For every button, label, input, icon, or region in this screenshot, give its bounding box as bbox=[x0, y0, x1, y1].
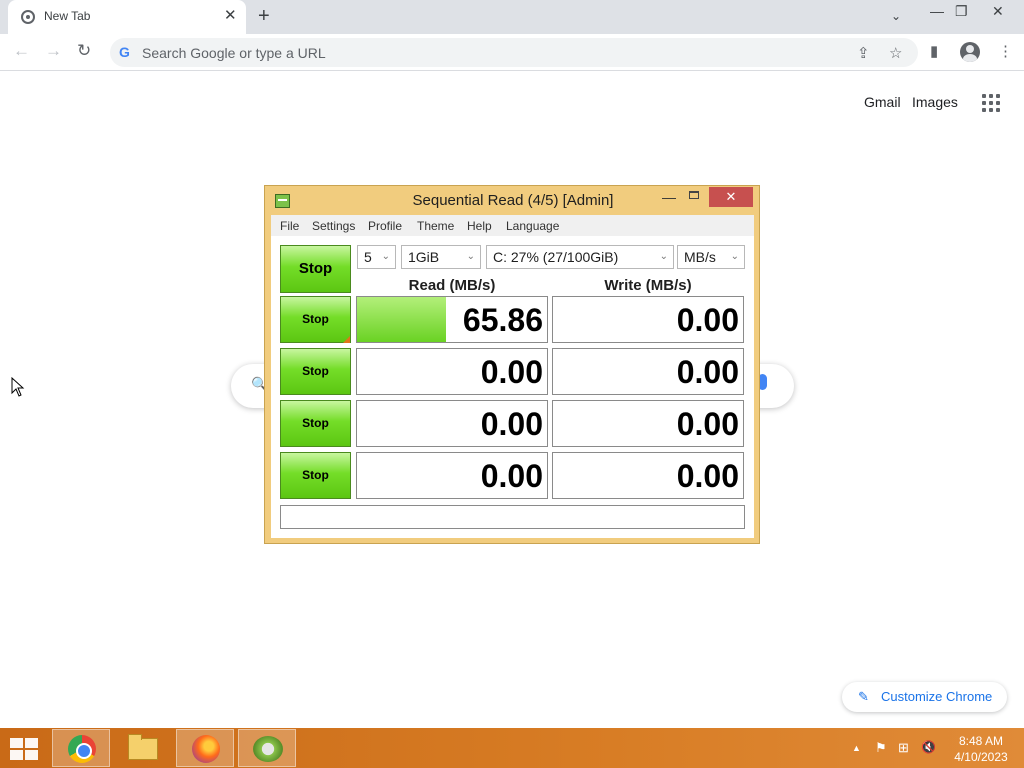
crystaldiskmark-window: Sequential Read (4/5) [Admin] — ✕ File S… bbox=[264, 185, 760, 544]
bookmark-star-icon[interactable]: ☆ bbox=[889, 44, 902, 62]
gmail-link[interactable]: Gmail bbox=[864, 94, 901, 110]
cdm-client-area: File Settings Profile Theme Help Languag… bbox=[271, 215, 754, 538]
omnibox-input[interactable] bbox=[142, 38, 742, 67]
chrome-menu-icon[interactable]: ⋮ bbox=[998, 42, 1013, 60]
taskbar-chrome[interactable] bbox=[52, 729, 110, 767]
action-center-flag-icon[interactable]: ⚑ bbox=[875, 740, 887, 756]
row-1-active-marker bbox=[343, 336, 350, 343]
cdm-maximize-button[interactable] bbox=[689, 191, 699, 199]
windows-start-icon[interactable] bbox=[10, 738, 38, 760]
cdm-minimize-button[interactable]: — bbox=[662, 189, 676, 205]
chrome-icon bbox=[68, 735, 96, 763]
taskbar-firefox[interactable] bbox=[176, 729, 234, 767]
unit-select[interactable]: MB/s ⌄ bbox=[677, 245, 745, 269]
window-close-button[interactable]: ✕ bbox=[992, 2, 1004, 20]
reload-button[interactable]: ↻ bbox=[77, 41, 91, 61]
row-4-write-cell: 0.00 bbox=[552, 452, 744, 499]
tab-new-tab[interactable]: New Tab ✕ bbox=[8, 0, 246, 34]
row-2-read-cell: 0.00 bbox=[356, 348, 548, 395]
window-restore-button[interactable]: ❐ bbox=[955, 2, 968, 20]
row-3-write-cell: 0.00 bbox=[552, 400, 744, 447]
clock-time: 8:48 AM bbox=[958, 734, 1004, 748]
comment-field[interactable] bbox=[280, 505, 745, 529]
row-4-read-cell: 0.00 bbox=[356, 452, 548, 499]
taskbar-crystaldiskmark[interactable] bbox=[238, 729, 296, 767]
row-2-stop-button[interactable]: Stop bbox=[280, 348, 351, 395]
mouse-cursor-icon bbox=[11, 377, 25, 397]
share-icon[interactable]: ⇪ bbox=[857, 44, 870, 62]
taskbar-file-explorer[interactable] bbox=[114, 729, 172, 767]
pencil-icon: ✎ bbox=[858, 689, 869, 704]
drive-select[interactable]: C: 27% (27/100GiB) ⌄ bbox=[486, 245, 674, 269]
row-2-write-cell: 0.00 bbox=[552, 348, 744, 395]
cdm-window-title: Sequential Read (4/5) [Admin] bbox=[412, 192, 614, 209]
volume-muted-icon[interactable]: 🔇 bbox=[921, 740, 936, 754]
images-link[interactable]: Images bbox=[912, 94, 958, 110]
row-1-stop-button[interactable]: Stop bbox=[280, 296, 351, 343]
chevron-down-icon: ⌄ bbox=[466, 251, 475, 262]
read-column-header: Read (MB/s) bbox=[408, 277, 496, 294]
row-1-read-progress-bar bbox=[357, 297, 447, 342]
row-3-read-cell: 0.00 bbox=[356, 400, 548, 447]
menu-settings[interactable]: Settings bbox=[312, 219, 355, 233]
tab-search-chevron-icon[interactable]: ⌄ bbox=[891, 9, 901, 23]
taskbar-clock[interactable]: 8:48 AM 4/10/2023 bbox=[948, 733, 1014, 765]
row-3-read-value: 0.00 bbox=[480, 406, 543, 442]
cdm-close-button[interactable]: ✕ bbox=[709, 187, 753, 207]
drive-value: C: 27% (27/100GiB) bbox=[493, 249, 619, 265]
profile-avatar-icon[interactable] bbox=[960, 42, 980, 62]
chevron-down-icon: ⌄ bbox=[659, 251, 668, 262]
test-size-value: 1GiB bbox=[408, 249, 440, 265]
cdm-menu-bar: File Settings Profile Theme Help Languag… bbox=[271, 215, 754, 236]
stop-all-button[interactable]: Stop bbox=[280, 245, 351, 293]
folder-icon bbox=[128, 734, 158, 760]
tab-title: New Tab bbox=[44, 9, 91, 23]
chevron-down-icon: ⌄ bbox=[730, 251, 739, 262]
menu-file[interactable]: File bbox=[280, 219, 299, 233]
google-g-icon: G bbox=[119, 44, 130, 60]
row-2-read-value: 0.00 bbox=[480, 354, 543, 390]
firefox-icon bbox=[192, 735, 220, 763]
chrome-favicon-icon bbox=[21, 10, 35, 24]
row-4-write-value: 0.00 bbox=[676, 458, 739, 494]
menu-profile[interactable]: Profile bbox=[368, 219, 402, 233]
row-3-stop-button[interactable]: Stop bbox=[280, 400, 351, 447]
row-1-read-value: 65.86 bbox=[462, 302, 543, 338]
menu-language[interactable]: Language bbox=[506, 219, 559, 233]
row-1-write-cell: 0.00 bbox=[552, 296, 744, 343]
omnibox[interactable]: G ⇪ ☆ bbox=[110, 38, 918, 67]
row-3-write-value: 0.00 bbox=[676, 406, 739, 442]
row-2-write-value: 0.00 bbox=[676, 354, 739, 390]
clock-date: 4/10/2023 bbox=[954, 750, 1008, 764]
unit-value: MB/s bbox=[684, 249, 716, 265]
customize-chrome-button[interactable]: ✎ Customize Chrome bbox=[842, 682, 1007, 712]
row-1-read-cell: 65.86 bbox=[356, 296, 548, 343]
row-4-stop-button[interactable]: Stop bbox=[280, 452, 351, 499]
menu-help[interactable]: Help bbox=[467, 219, 492, 233]
test-size-select[interactable]: 1GiB ⌄ bbox=[401, 245, 481, 269]
crystaldiskmark-icon bbox=[253, 736, 283, 762]
write-column-header: Write (MB/s) bbox=[604, 277, 692, 294]
tab-close-icon[interactable]: ✕ bbox=[224, 8, 237, 24]
forward-button[interactable]: → bbox=[45, 41, 62, 61]
test-count-value: 5 bbox=[364, 249, 372, 265]
menu-theme[interactable]: Theme bbox=[417, 219, 454, 233]
customize-chrome-label: Customize Chrome bbox=[881, 689, 993, 704]
windows-taskbar: ▲ ⚑ ⊞ 🔇 8:48 AM 4/10/2023 bbox=[0, 728, 1024, 768]
new-tab-button[interactable]: + bbox=[258, 5, 270, 27]
browser-toolbar: ← → ↻ G ⇪ ☆ ▮ ⋮ bbox=[0, 34, 1024, 71]
window-minimize-button[interactable]: — bbox=[930, 2, 944, 20]
test-count-select[interactable]: 5 ⌄ bbox=[357, 245, 396, 269]
network-icon[interactable]: ⊞ bbox=[898, 740, 909, 756]
row-4-read-value: 0.00 bbox=[480, 458, 543, 494]
show-hidden-icons-chevron-icon[interactable]: ▲ bbox=[852, 743, 861, 753]
back-button[interactable]: ← bbox=[13, 41, 30, 61]
tab-strip: New Tab ✕ + ⌄ — ❐ ✕ bbox=[0, 0, 1024, 34]
row-1-write-value: 0.00 bbox=[676, 302, 739, 338]
side-panel-icon[interactable]: ▮ bbox=[930, 42, 938, 60]
chevron-down-icon: ⌄ bbox=[381, 251, 390, 262]
google-apps-icon[interactable] bbox=[982, 94, 1000, 112]
